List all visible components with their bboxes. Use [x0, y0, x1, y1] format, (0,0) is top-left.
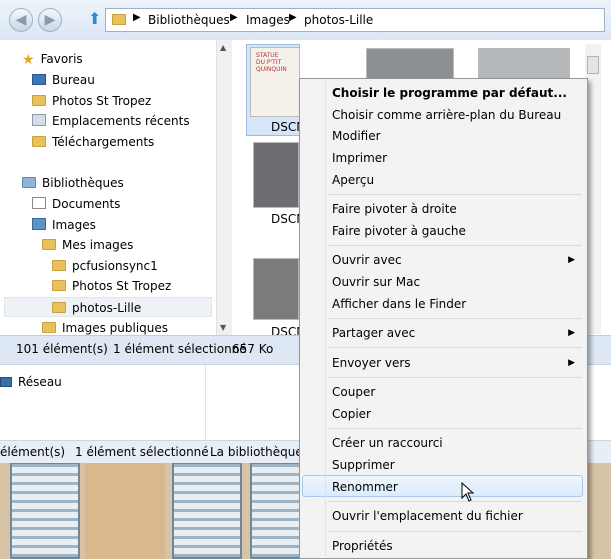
menu-separator [328, 531, 582, 532]
tree-favorites[interactable]: ★ Favoris [22, 49, 83, 69]
file-thumbnail[interactable] [253, 258, 299, 320]
menu-separator [328, 428, 582, 429]
menu-item-share-with[interactable]: Partager avec [332, 326, 415, 340]
address-bar[interactable]: ▶ Bibliothèques ▶ Images ▶ photos-Lille [105, 8, 605, 32]
network-item[interactable]: Réseau [0, 375, 62, 389]
divider [205, 365, 206, 441]
desktop-icon [32, 74, 46, 85]
menu-gutter [325, 81, 326, 556]
menu-item-delete[interactable]: Supprimer [332, 458, 395, 472]
shutter-image [10, 462, 80, 559]
scroll-down-icon[interactable]: ▼ [220, 323, 226, 332]
menu-item-print[interactable]: Imprimer [332, 151, 387, 165]
tree-photos-st-tropez[interactable]: Photos St Tropez [32, 91, 151, 111]
selection-size: 657 Ko [232, 342, 274, 356]
documents-icon [32, 197, 46, 209]
back-selected: 1 élément sélectionné [75, 445, 209, 459]
recent-places-icon [32, 114, 46, 126]
selection-count: 1 élément sélectionné [113, 342, 247, 356]
star-icon: ★ [22, 52, 35, 68]
scroll-up-icon[interactable]: ▲ [220, 43, 226, 52]
breadcrumb-photos-lille[interactable]: photos-Lille [304, 13, 373, 27]
menu-item-open-location[interactable]: Ouvrir l'emplacement du fichier [332, 509, 523, 523]
chevron-right-icon[interactable]: ▶ [133, 12, 141, 23]
menu-separator [328, 194, 582, 195]
shutter-image [172, 462, 242, 559]
navigation-bar: ◀ ▶ ⬆ ▶ Bibliothèques ▶ Images ▶ photos-… [0, 0, 611, 40]
folder-icon [52, 302, 66, 313]
menu-item-open-with[interactable]: Ouvrir avec [332, 253, 402, 267]
file-thumbnail[interactable]: STATUE DU P'TIT QUINQUIN [250, 47, 300, 117]
folder-icon [112, 14, 126, 25]
folder-icon [52, 260, 66, 271]
menu-item-properties[interactable]: Propriétés [332, 539, 393, 553]
tree-photos-lille[interactable]: photos-Lille [4, 297, 212, 317]
library-icon [22, 177, 36, 188]
menu-item-rotate-left[interactable]: Faire pivoter à gauche [332, 224, 466, 238]
tree-my-images[interactable]: Mes images [42, 235, 133, 255]
folder-icon [32, 136, 46, 147]
nav-scrollbar[interactable]: ▲ ▼ [216, 40, 232, 335]
file-thumbnail[interactable] [478, 48, 570, 80]
tree-libraries[interactable]: Bibliothèques [22, 173, 124, 193]
menu-item-copy[interactable]: Copier [332, 407, 371, 421]
folder-icon [32, 95, 46, 106]
menu-item-edit[interactable]: Modifier [332, 129, 381, 143]
tree-recent[interactable]: Emplacements récents [32, 111, 190, 131]
navigation-pane: ★ Favoris Bureau Photos St Tropez Emplace… [0, 40, 216, 335]
item-count: 101 élément(s) [16, 342, 108, 356]
tree-bureau[interactable]: Bureau [32, 70, 95, 90]
menu-item-choose-default[interactable]: Choisir le programme par défaut... [332, 86, 567, 100]
back-button[interactable]: ◀ [9, 8, 33, 32]
menu-separator [328, 377, 582, 378]
breadcrumb-images[interactable]: Images [246, 13, 290, 27]
folder-icon [42, 322, 56, 333]
context-menu: Choisir le programme par défaut... Chois… [299, 78, 588, 559]
mouse-cursor-icon [461, 482, 475, 502]
menu-item-send-to[interactable]: Envoyer vers [332, 356, 411, 370]
back-count: élément(s) [0, 445, 66, 459]
folder-icon [52, 280, 66, 291]
back-library: La bibliothèque i [210, 445, 310, 459]
submenu-arrow-icon: ▶ [568, 358, 575, 368]
menu-item-create-shortcut[interactable]: Créer un raccourci [332, 436, 443, 450]
file-thumbnail[interactable] [253, 142, 299, 208]
menu-separator [328, 347, 582, 348]
thumb-sign-text: STATUE DU P'TIT QUINQUIN [256, 52, 287, 73]
menu-item-rotate-right[interactable]: Faire pivoter à droite [332, 202, 457, 216]
menu-item-open-on-mac[interactable]: Ouvrir sur Mac [332, 275, 420, 289]
up-arrow-icon[interactable]: ⬆ [88, 9, 101, 28]
images-icon [32, 218, 46, 230]
tree-documents[interactable]: Documents [32, 194, 120, 214]
menu-item-show-in-finder[interactable]: Afficher dans le Finder [332, 297, 466, 311]
menu-item-set-wallpaper[interactable]: Choisir comme arrière-plan du Bureau [332, 108, 561, 122]
menu-item-rename[interactable]: Renommer [332, 480, 398, 494]
wall-image [85, 462, 165, 559]
menu-item-preview[interactable]: Aperçu [332, 173, 374, 187]
network-icon [0, 377, 12, 387]
menu-separator [328, 501, 582, 502]
tree-images[interactable]: Images [32, 215, 96, 235]
menu-item-cut[interactable]: Couper [332, 385, 375, 399]
chevron-right-icon[interactable]: ▶ [230, 12, 238, 23]
breadcrumb-bibliotheques[interactable]: Bibliothèques [148, 13, 230, 27]
tree-pcfusionsync[interactable]: pcfusionsync1 [52, 256, 158, 276]
submenu-arrow-icon: ▶ [568, 328, 575, 338]
scroll-thumb[interactable] [587, 56, 599, 74]
file-thumbnail[interactable] [366, 48, 454, 80]
chevron-right-icon[interactable]: ▶ [289, 12, 297, 23]
tree-photos-st-tropez-2[interactable]: Photos St Tropez [52, 276, 171, 296]
forward-button[interactable]: ▶ [38, 8, 62, 32]
menu-separator [328, 318, 582, 319]
submenu-arrow-icon: ▶ [568, 255, 575, 265]
menu-separator [328, 245, 582, 246]
network-label: Réseau [18, 375, 62, 389]
tree-downloads[interactable]: Téléchargements [32, 132, 154, 152]
folder-icon [42, 239, 56, 250]
